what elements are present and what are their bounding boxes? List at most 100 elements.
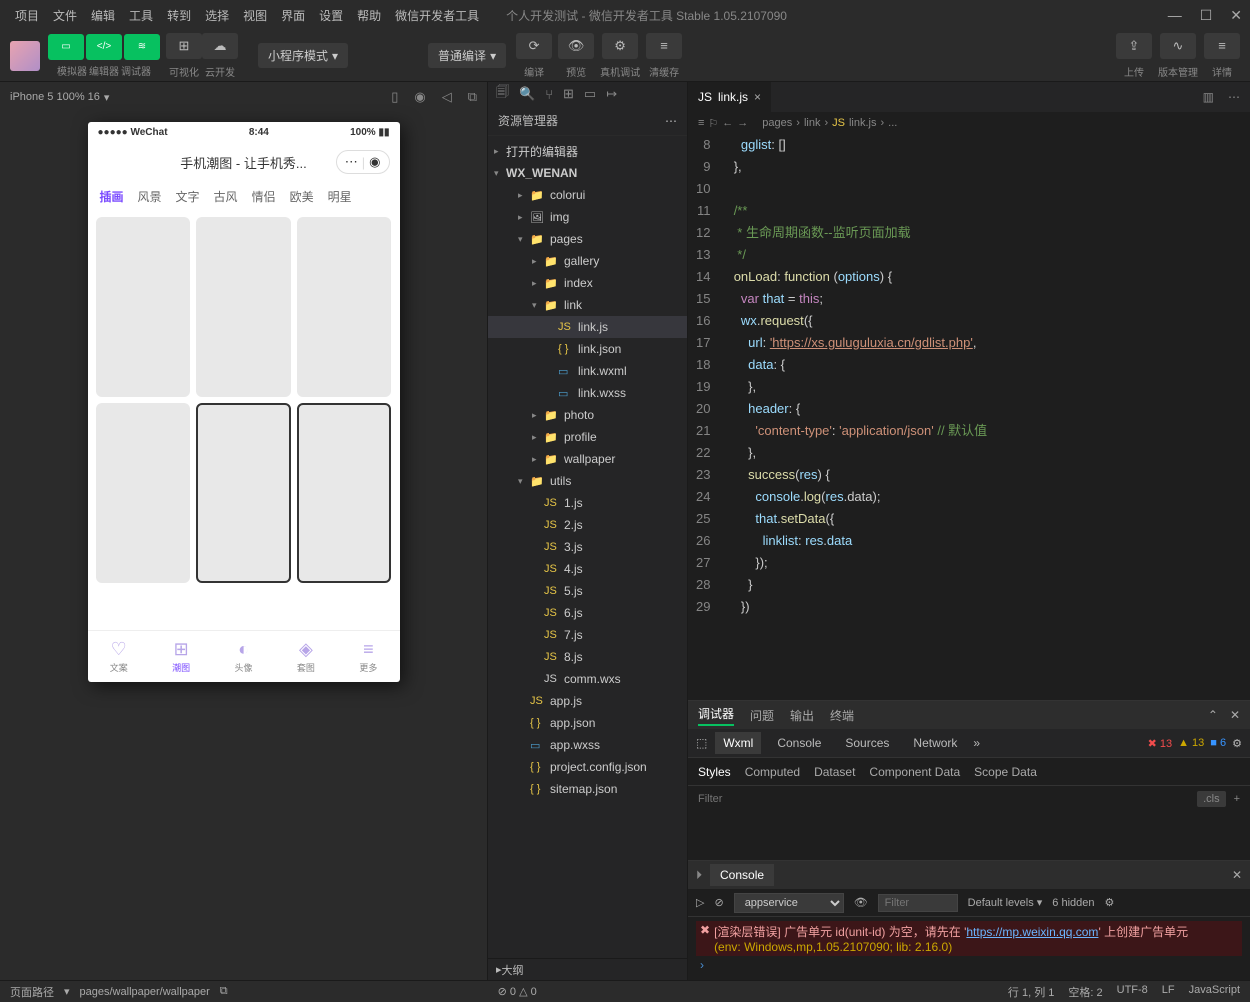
tree-item[interactable]: JS7.js — [488, 624, 687, 646]
more-icon[interactable]: ⋯ — [345, 154, 358, 170]
close-icon[interactable]: ✕ — [1232, 868, 1242, 882]
tree-section[interactable]: ▸打开的编辑器 — [488, 140, 687, 162]
status-item[interactable]: JavaScript — [1189, 984, 1240, 1000]
category-tab[interactable]: 插画 — [100, 188, 124, 205]
problems-tab[interactable]: 问题 — [750, 707, 774, 724]
forward-icon[interactable]: → — [737, 117, 748, 129]
wxml-tab[interactable]: Wxml — [715, 732, 761, 754]
status-item[interactable]: 空格: 2 — [1068, 984, 1102, 1000]
menu-item[interactable]: 帮助 — [350, 9, 388, 23]
outline-header[interactable]: ▸ 大纲 — [488, 958, 687, 980]
nav-item[interactable]: ◐头像 — [212, 631, 274, 682]
menu-item[interactable]: 项目 — [8, 9, 46, 23]
phone-simulator[interactable]: ●●●●● WeChat 8:44 100% ▮▮ 手机潮图 - 让手机秀...… — [88, 122, 400, 682]
tree-item[interactable]: ▸📁profile — [488, 426, 687, 448]
network-tab[interactable]: Network — [905, 732, 965, 754]
bookmark-icon[interactable]: ⚐ — [708, 117, 718, 130]
debugger-tab[interactable]: 调试器 — [698, 705, 734, 726]
category-tab[interactable]: 文字 — [176, 188, 200, 205]
tree-item[interactable]: ▭app.wxss — [488, 734, 687, 756]
visual-button[interactable]: ⊞ — [166, 33, 202, 59]
gear-icon[interactable]: ⚙ — [1105, 896, 1115, 909]
status-item[interactable]: UTF-8 — [1117, 984, 1148, 1000]
files-icon[interactable]: 🗐 — [496, 83, 509, 105]
tree-item[interactable]: ▾📁link — [488, 294, 687, 316]
phone-grid[interactable] — [88, 211, 400, 589]
tree-item[interactable]: ▸📁colorui — [488, 184, 687, 206]
remote-debug-button[interactable]: ⚙ — [602, 33, 638, 59]
nav-item[interactable]: ♡文案 — [88, 631, 150, 682]
more-tabs-icon[interactable]: » — [973, 736, 980, 750]
phone-navbar[interactable]: ♡文案⊞潮图◐头像◈套图≡更多 — [88, 630, 400, 682]
close-icon[interactable]: ✕ — [1230, 7, 1242, 24]
add-icon[interactable]: + — [1234, 793, 1240, 805]
context-select[interactable]: appservice — [734, 893, 844, 913]
tree-item[interactable]: JS1.js — [488, 492, 687, 514]
category-tab[interactable]: 风景 — [138, 188, 162, 205]
tree-item[interactable]: ▸📁index — [488, 272, 687, 294]
code-editor[interactable]: 8910111213141516171819202122232425262728… — [688, 134, 1250, 700]
wallpaper-thumb[interactable] — [297, 403, 392, 583]
tree-item[interactable]: ▭link.wxss — [488, 382, 687, 404]
back-icon[interactable]: ← — [722, 117, 733, 129]
scope-data-tab[interactable]: Scope Data — [974, 765, 1037, 779]
tree-item[interactable]: ▸📁gallery — [488, 250, 687, 272]
copy-icon[interactable]: ⧉ — [220, 985, 228, 998]
more-icon[interactable]: ⋯ — [665, 114, 677, 128]
box-icon[interactable]: ▭ — [584, 86, 596, 102]
tree-item[interactable]: ▾📁utils — [488, 470, 687, 492]
error-badge[interactable]: ✖ 13 — [1148, 737, 1173, 750]
tree-item[interactable]: { }project.config.json — [488, 756, 687, 778]
wallpaper-thumb[interactable] — [297, 217, 392, 397]
menu-item[interactable]: 选择 — [198, 9, 236, 23]
tree-item[interactable]: JScomm.wxs — [488, 668, 687, 690]
tree-item[interactable]: ▾📁pages — [488, 228, 687, 250]
tree-item[interactable]: { }link.json — [488, 338, 687, 360]
grid-icon[interactable]: ⊞ — [563, 86, 574, 102]
menu-item[interactable]: 微信开发者工具 — [388, 9, 486, 23]
device-icon[interactable]: ▯ — [391, 89, 398, 105]
menu-item[interactable]: 转到 — [160, 9, 198, 23]
inspect-icon[interactable]: ⬚ — [696, 736, 707, 750]
tree-item[interactable]: ▸📁wallpaper — [488, 448, 687, 470]
tree-item[interactable]: JS6.js — [488, 602, 687, 624]
styles-tab[interactable]: Styles — [698, 765, 731, 779]
details-button[interactable]: ≡ — [1204, 33, 1240, 59]
tree-project[interactable]: ▾WX_WENAN — [488, 162, 687, 184]
console-output[interactable]: ✖[渲染层错误] 广告单元 id(unit-id) 为空，请先在 'https:… — [688, 917, 1250, 980]
tree-item[interactable]: { }sitemap.json — [488, 778, 687, 800]
maximize-icon[interactable]: ☐ — [1200, 7, 1213, 24]
branch-icon[interactable]: ⑂ — [545, 87, 553, 102]
wallpaper-thumb[interactable] — [196, 403, 291, 583]
wallpaper-thumb[interactable] — [196, 217, 291, 397]
wallpaper-thumb[interactable] — [96, 217, 191, 397]
close-icon[interactable]: ✕ — [1230, 708, 1240, 722]
more-icon[interactable]: ⋯ — [1228, 90, 1240, 104]
category-tab[interactable]: 情侣 — [252, 188, 276, 205]
hidden-count[interactable]: 6 hidden — [1052, 897, 1094, 909]
tree-item[interactable]: JSlink.js — [488, 316, 687, 338]
nav-item[interactable]: ≡更多 — [337, 631, 399, 682]
gear-icon[interactable]: ⚙ — [1232, 737, 1242, 750]
tree-item[interactable]: JSapp.js — [488, 690, 687, 712]
avatar[interactable] — [10, 41, 40, 71]
component-data-tab[interactable]: Component Data — [869, 765, 960, 779]
compile-button[interactable]: ⟳ — [516, 33, 552, 59]
tree-item[interactable]: ▸🖼img — [488, 206, 687, 228]
simulator-button[interactable]: ▭ — [48, 34, 84, 60]
warning-badge[interactable]: ▲ 13 — [1178, 737, 1204, 749]
output-tab[interactable]: 输出 — [790, 707, 814, 724]
clear-cache-button[interactable]: ≡ — [646, 33, 682, 59]
play-icon[interactable]: ▷ — [696, 896, 704, 909]
screenshot-icon[interactable]: ⧉ — [468, 89, 477, 105]
preview-button[interactable]: 👁 — [558, 33, 594, 59]
compile-mode-dropdown[interactable]: 小程序模式 ▾ — [258, 43, 348, 68]
close-tab-icon[interactable]: × — [754, 90, 761, 104]
chevron-up-icon[interactable]: ⌃ — [1208, 708, 1218, 722]
chevron-icon[interactable]: ⏵ — [696, 868, 702, 883]
editor-button[interactable]: </> — [86, 34, 122, 60]
device-info[interactable]: iPhone 5 100% 16 — [10, 91, 100, 103]
nav-item[interactable]: ⊞潮图 — [150, 631, 212, 682]
target-icon[interactable]: ◉ — [369, 154, 380, 170]
nav-item[interactable]: ◈套图 — [275, 631, 337, 682]
